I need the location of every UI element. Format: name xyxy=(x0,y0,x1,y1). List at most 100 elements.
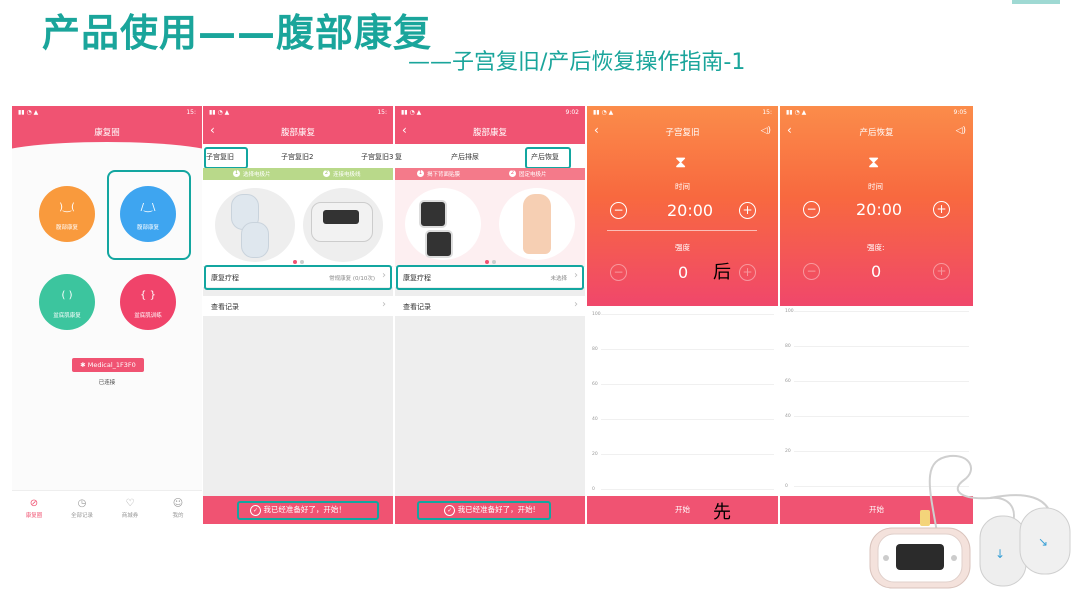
pager-dot-active xyxy=(293,260,297,264)
device-name: Medical_1F3F0 xyxy=(87,361,136,369)
torso-figure xyxy=(523,194,551,254)
record-row[interactable]: 查看记录 › xyxy=(395,296,585,317)
main-unit-screen xyxy=(896,544,944,570)
status-time: 15: xyxy=(762,109,772,116)
status-time: 9:02 xyxy=(565,109,579,116)
hourglass-icon: ⧗ xyxy=(868,152,880,171)
compass-icon: ⊘ xyxy=(29,498,39,509)
chevron-right-icon: › xyxy=(382,299,386,310)
time-increase-button[interactable]: + xyxy=(739,202,756,219)
tab-postpartum-urination[interactable]: 产后排尿 xyxy=(451,152,479,162)
device-photo: ↓ ↘ xyxy=(860,450,1080,598)
phone-screen-uterine-session: ▮▮ ◔ ▲ 15: ‹ 子宫复旧 ◁) ⧗ 时间 − 20:00 + 强度 −… xyxy=(587,106,778,524)
intensity-increase-button[interactable]: + xyxy=(739,264,756,281)
status-bar: ▮▮ ◔ ▲ 9:05 xyxy=(780,106,973,120)
time-label: 时间 xyxy=(868,182,883,191)
card-label: 腹部康复 xyxy=(55,225,78,231)
device-button[interactable]: ✱ Medical_1F3F0 xyxy=(72,358,144,372)
arrow-icon: ↘ xyxy=(1038,535,1048,549)
highlight-box xyxy=(396,265,584,290)
phone-screen-home: ▮▮ ◔ ▲ 15: 康复圈 )‿( 腹部康复 /‿\ 腹部康复 ( ) 盆底肌… xyxy=(12,106,202,524)
time-value: 20:00 xyxy=(667,201,714,220)
device-illustration: ↓ ↘ xyxy=(869,454,1071,589)
tab-uterine-2[interactable]: 子宫复旧2 xyxy=(281,152,313,162)
step-2-label: 连接电极线 xyxy=(333,172,361,178)
grid-line xyxy=(601,349,774,350)
tab-previous[interactable]: 复 xyxy=(395,152,402,162)
tab-uterine-3[interactable]: 子宫复旧3 xyxy=(361,152,393,162)
signal-icon: ▮▮ ◔ ▲ xyxy=(209,109,230,116)
card-label: 盆底肌康复 xyxy=(53,313,81,319)
phone-screen-uterine: ▮▮ ◔ ▲ 15: ‹ 腹部康复 子宫复旧 子宫复旧2 子宫复旧3 1 选择电… xyxy=(203,106,393,524)
time-increase-button[interactable]: + xyxy=(933,201,950,218)
intensity-decrease-button[interactable]: − xyxy=(610,264,627,281)
step-1-label: 选择电极片 xyxy=(243,172,271,178)
y-tick: 80 xyxy=(785,344,791,349)
speaker-icon[interactable]: ◁) xyxy=(956,126,966,136)
signal-icon: ▮▮ ◔ ▲ xyxy=(593,109,614,116)
pelvis-train-icon: { } xyxy=(140,290,156,301)
clock-icon: ◷ xyxy=(77,498,87,509)
y-tick: 60 xyxy=(785,379,791,384)
intensity-value: 0 xyxy=(678,263,689,282)
user-icon: ☺ xyxy=(172,498,184,509)
time-decrease-button[interactable]: − xyxy=(803,201,820,218)
rehab-card-4[interactable]: { } 盆底肌训练 xyxy=(120,274,176,330)
status-time: 15: xyxy=(377,109,387,116)
signal-icon: ▮▮ ◔ ▲ xyxy=(401,109,422,116)
step-banner: 1 揭下背面贴膜 2 固定电极片 xyxy=(395,168,585,180)
rehab-card-1[interactable]: )‿( 腹部康复 xyxy=(39,186,95,242)
status-bar: ▮▮ ◔ ▲ 15: xyxy=(587,106,778,120)
nav-item-mall[interactable]: ♡ 商城券 xyxy=(110,498,150,519)
time-decrease-button[interactable]: − xyxy=(610,202,627,219)
intensity-chart: 100 80 60 40 20 0 xyxy=(587,306,778,496)
y-tick: 100 xyxy=(785,309,794,314)
step-banner: 1 选择电极片 2 连接电极线 xyxy=(203,168,393,180)
grid-line xyxy=(794,311,969,312)
screen-title: 腹部康复 xyxy=(280,128,315,138)
grid-line xyxy=(794,346,969,347)
rehab-card-2[interactable]: /‿\ 腹部康复 xyxy=(120,186,176,242)
y-tick: 0 xyxy=(785,484,788,489)
start-button[interactable]: 开始 xyxy=(587,496,778,524)
hourglass-icon: ⧗ xyxy=(675,152,687,171)
annotation-first: 先 xyxy=(713,502,731,523)
main-unit-button xyxy=(883,555,889,561)
nav-item-home[interactable]: ⊘ 康复圈 xyxy=(14,498,54,519)
nav-item-profile[interactable]: ☺ 我的 xyxy=(158,498,198,519)
electrode-pad-2 xyxy=(241,222,269,258)
signal-icon: ▮▮ ◔ ▲ xyxy=(786,109,807,116)
screen-title: 子宫复旧 xyxy=(665,128,700,138)
device-screen xyxy=(323,210,359,224)
intensity-increase-button[interactable]: + xyxy=(933,263,950,280)
pager-dot-active xyxy=(485,260,489,264)
time-value: 20:00 xyxy=(856,200,903,219)
screen-title: 康复圈 xyxy=(94,128,120,138)
rehab-card-3[interactable]: ( ) 盆底肌康复 xyxy=(39,274,95,330)
step-2-number: 2 xyxy=(509,170,516,177)
status-bar: ▮▮ ◔ ▲ 9:02 xyxy=(395,106,585,120)
intensity-value: 0 xyxy=(871,262,882,281)
record-label: 查看记录 xyxy=(403,303,431,311)
grid-line xyxy=(794,381,969,382)
status-time: 15: xyxy=(186,109,196,116)
nav-item-records[interactable]: ◷ 全部记录 xyxy=(62,498,102,519)
y-tick: 0 xyxy=(592,487,595,492)
device-status: 已连接 xyxy=(98,380,116,386)
phone-screen-postpartum: ▮▮ ◔ ▲ 9:02 ‹ 腹部康复 复 产后排尿 产后恢复 1 揭下背面贴膜 … xyxy=(395,106,585,524)
intensity-label: 强度: xyxy=(867,243,885,252)
speaker-icon[interactable]: ◁) xyxy=(761,126,771,136)
grid-line xyxy=(601,454,774,455)
record-row[interactable]: 查看记录 › xyxy=(203,296,393,317)
status-bar: ▮▮ ◔ ▲ 15: xyxy=(203,106,393,120)
bottom-nav: ⊘ 康复圈 ◷ 全部记录 ♡ 商城券 ☺ 我的 xyxy=(12,490,202,524)
y-tick: 20 xyxy=(592,452,598,457)
y-tick: 60 xyxy=(592,382,598,387)
intensity-label: 强度 xyxy=(675,243,690,252)
intensity-decrease-button[interactable]: − xyxy=(803,263,820,280)
step-1-number: 1 xyxy=(417,170,424,177)
illustration-area xyxy=(203,180,393,266)
card-label: 腹部康复 xyxy=(136,225,159,231)
pager-dot xyxy=(300,260,304,264)
y-tick: 40 xyxy=(592,417,598,422)
